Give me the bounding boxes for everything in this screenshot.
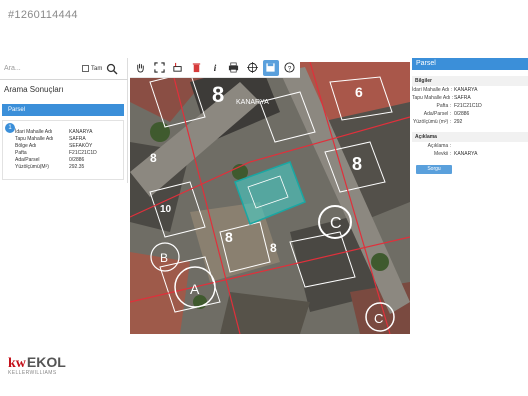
results-title: Arama Sonuçları	[4, 85, 64, 94]
svg-text:?: ?	[287, 65, 291, 72]
map-canvas[interactable]: C A B C 8 8 8 6 8 8 10 KANARYA	[130, 62, 410, 334]
block-label: B	[160, 251, 168, 265]
search-bar: Tam	[0, 58, 128, 80]
info-key: Mevkii :	[434, 151, 451, 157]
results-section-header[interactable]: Parsel	[2, 104, 124, 116]
block-label: C	[330, 215, 342, 232]
tam-label: Tam	[91, 65, 103, 72]
info-value: 292	[454, 119, 463, 125]
result-value: KANARYA	[69, 129, 93, 135]
info-row: Tapu Mahalle Adı : SAFRA	[412, 94, 528, 102]
tam-checkbox[interactable]	[82, 65, 89, 72]
info-row: İdari Mahalle Adı : KANARYA	[412, 86, 528, 94]
result-value: 0/2886	[69, 157, 85, 163]
block-label: A	[190, 281, 200, 297]
logo-subtitle: KELLERWILLIAMS	[8, 370, 57, 376]
result-row: Bölge Adı SEFAKÖY	[15, 143, 97, 150]
result-rows: İdari Mahalle Adı KANARYA Tapu Mahalle Ad…	[15, 129, 97, 171]
map-view[interactable]: C A B C 8 8 8 6 8 8 10 KANARYA	[130, 62, 410, 334]
logo-name: EKOL	[26, 354, 66, 370]
info-key: Pafta :	[436, 103, 451, 109]
info-value: 0/2886	[454, 111, 470, 117]
app-root: #1260114444 Tam Arama Sonuçları Parsel 1…	[0, 0, 528, 396]
result-row: Tapu Mahalle Adı SAFRA	[15, 136, 97, 143]
map-toolbar: i ?	[130, 58, 300, 78]
result-value: 292.35	[69, 164, 85, 170]
search-input[interactable]	[4, 60, 80, 77]
result-key: İdari Mahalle Adı	[15, 129, 53, 135]
brand-logo: kwEKOL KELLERWILLIAMS	[8, 354, 88, 388]
save-icon[interactable]	[262, 59, 279, 76]
result-key: Tapu Mahalle Adı	[15, 136, 54, 142]
measure-icon[interactable]	[170, 60, 186, 76]
result-value: F21C21C1D	[69, 150, 97, 156]
result-row: Yüzölçümü(M²) 292.35	[15, 164, 97, 171]
info-panel: Parsel Bilgiler İdari Mahalle Adı : KANAR…	[412, 58, 528, 193]
query-button[interactable]: Sorgu	[416, 165, 452, 174]
info-panel-title: Parsel	[412, 58, 528, 70]
logo-kw: kw	[8, 356, 26, 371]
trash-icon[interactable]	[189, 60, 205, 76]
result-badge: 1	[5, 123, 15, 133]
info-key: Tapu Mahalle Adı :	[412, 95, 454, 101]
info-value: SAFRA	[454, 95, 471, 101]
info-row: Yüzölçümü (m²) :292	[412, 118, 528, 126]
result-row: Pafta F21C21C1D	[15, 150, 97, 157]
result-value: SEFAKÖY	[69, 143, 93, 149]
listing-id: #1260114444	[8, 9, 78, 21]
floor-number: 8	[212, 82, 224, 107]
floor-number: 6	[355, 84, 363, 100]
aciklama-section: Açıklama	[412, 132, 528, 142]
result-row: Ada/Parsel 0/2886	[15, 157, 97, 164]
info-row: Mevkii : KANARYA	[412, 150, 528, 158]
result-value: SAFRA	[69, 136, 86, 142]
info-value: KANARYA	[454, 151, 478, 157]
floor-number: 8	[150, 151, 157, 165]
info-key: Yüzölçümü (m²) :	[412, 119, 451, 125]
result-key: Ada/Parsel	[15, 157, 40, 163]
result-key: Bölge Adı	[15, 143, 37, 149]
bilgiler-section: Bilgiler	[412, 76, 528, 86]
floor-number: 8	[270, 241, 277, 255]
search-panel: Tam Arama Sonuçları Parsel 1 İdari Mahal…	[0, 58, 128, 183]
info-key: Ada/Parsel :	[423, 111, 451, 117]
floor-number: 10	[160, 204, 172, 215]
info-value: KANARYA	[454, 87, 478, 93]
crosshair-icon[interactable]	[244, 60, 260, 76]
floor-number: 8	[225, 229, 233, 245]
result-key: Pafta	[15, 150, 27, 156]
info-value: F21C21C1D	[454, 103, 482, 109]
block-label: C	[374, 311, 383, 326]
print-icon[interactable]	[226, 60, 242, 76]
result-row: İdari Mahalle Adı KANARYA	[15, 129, 97, 136]
info-key: Açıklama :	[427, 143, 451, 149]
info-row: Pafta : F21C21C1D	[412, 102, 528, 110]
info-key: İdari Mahalle Adı :	[412, 87, 453, 93]
info-icon[interactable]: i	[207, 60, 223, 76]
hand-icon[interactable]	[133, 60, 149, 76]
floor-number: 8	[352, 154, 362, 174]
info-row: Ada/Parsel :0/2886	[412, 110, 528, 118]
help-icon[interactable]: ?	[282, 60, 298, 76]
info-row: Açıklama :	[412, 142, 528, 150]
fullscreen-icon[interactable]	[152, 60, 168, 76]
street-label: KANARYA	[236, 99, 269, 106]
search-icon[interactable]	[106, 63, 118, 75]
result-card[interactable]: 1 İdari Mahalle Adı KANARYA Tapu Mahalle …	[2, 120, 124, 180]
result-key: Yüzölçümü(M²)	[15, 164, 49, 170]
